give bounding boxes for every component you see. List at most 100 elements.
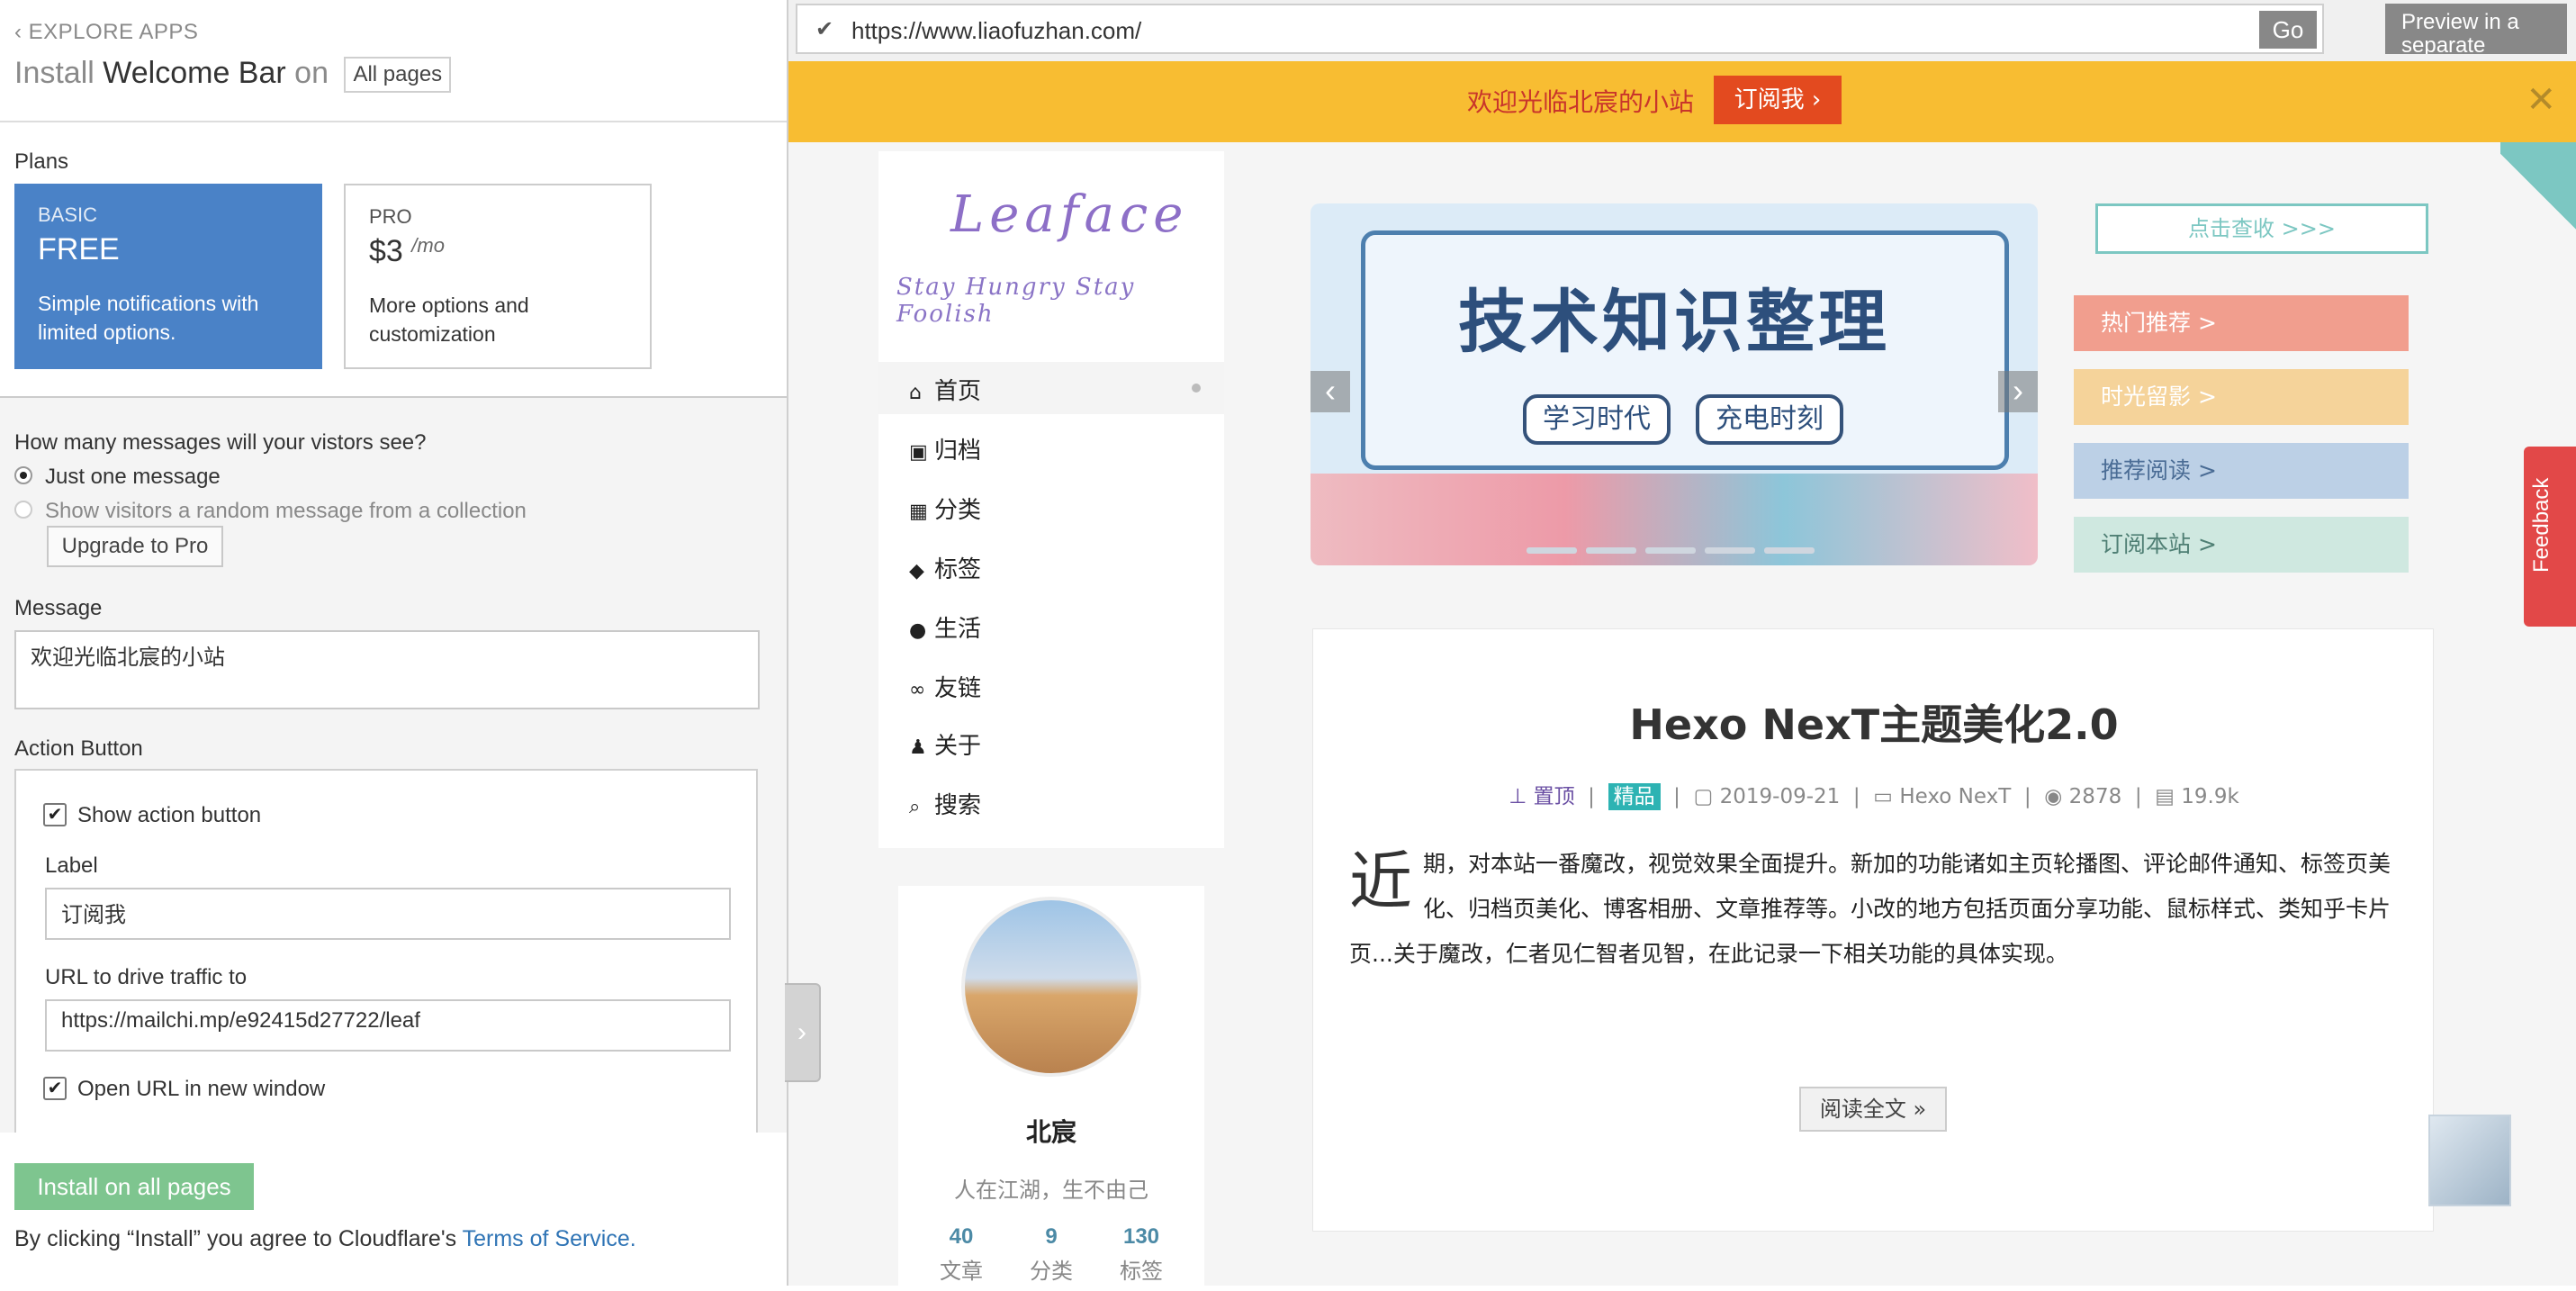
post-title[interactable]: Hexo NexT主题美化2.0: [1313, 692, 2435, 752]
read-more-button[interactable]: 阅读全文 »: [1799, 1087, 1947, 1132]
post-category[interactable]: Hexo NexT: [1899, 785, 2011, 808]
carousel-dots[interactable]: [1527, 542, 1833, 554]
calendar-icon: ▢: [1693, 785, 1714, 808]
more-link[interactable]: 点击查收 >>>: [2095, 203, 2428, 254]
avatar[interactable]: [961, 897, 1141, 1077]
plan-pro-card[interactable]: PRO $3 /mo More options and customizatio…: [344, 184, 652, 369]
welcome-bar: 欢迎光临北宸的小站 订阅我 › ✕: [788, 61, 2576, 142]
stat-categories[interactable]: 9 分类: [1006, 1224, 1096, 1285]
drop-cap: 近: [1349, 844, 1412, 918]
plan-price: FREE: [38, 232, 120, 266]
action-button-label: Action Button: [14, 736, 143, 761]
menu-label: 首页: [934, 378, 982, 405]
github-corner-icon[interactable]: [2500, 142, 2576, 241]
terms-link[interactable]: Terms of Service.: [463, 1226, 636, 1251]
menu-label: 标签: [934, 556, 982, 583]
card-hot[interactable]: 热门推荐 >: [2074, 295, 2409, 351]
divider: [0, 396, 787, 398]
card-subscribe[interactable]: 订阅本站 >: [2074, 517, 2409, 573]
stat-tags[interactable]: 130 标签: [1096, 1224, 1186, 1285]
folder-icon: ▭: [1873, 785, 1894, 808]
plan-price: $3 /mo: [369, 234, 626, 269]
home-icon: ⌂: [909, 382, 922, 404]
stat-posts[interactable]: 40 文章: [916, 1224, 1006, 1285]
carousel-prev-icon[interactable]: ‹: [1311, 371, 1350, 412]
label-field-label: Label: [45, 853, 98, 878]
featured-tag[interactable]: 精品: [1608, 783, 1661, 810]
pin-text: 置顶: [1533, 785, 1575, 808]
stat-label: 分类: [1030, 1259, 1073, 1284]
menu-item-life[interactable]: ● 生活: [909, 610, 981, 644]
card-recommend[interactable]: 推荐阅读 >: [2074, 443, 2409, 499]
menu-item-search[interactable]: ⌕ 搜索: [909, 787, 981, 820]
messages-question: How many messages will your vistors see?: [14, 430, 427, 455]
title-prefix: Install: [14, 56, 95, 90]
apple-icon: ●: [909, 619, 927, 642]
stat-number: 130: [1122, 1224, 1160, 1249]
grid-icon: ▦: [909, 501, 928, 523]
menu-item-tags[interactable]: ◆ 标签: [909, 551, 981, 584]
message-textarea[interactable]: 欢迎光临北宸的小站: [14, 630, 760, 709]
check-icon: ✔: [815, 17, 834, 41]
url-field-label: URL to drive traffic to: [45, 965, 248, 989]
plan-price-value: $3: [369, 234, 403, 268]
url-bar[interactable]: ✔ https://www.liaofuzhan.com/ Go: [796, 4, 2324, 54]
menu-item-categories[interactable]: ▦ 分类: [909, 492, 981, 525]
post-date: 2019-09-21: [1719, 785, 1841, 808]
link-icon: ∞: [909, 679, 926, 701]
menu-item-archive[interactable]: ▣ 归档: [909, 432, 981, 465]
go-button[interactable]: Go: [2259, 11, 2317, 49]
post-excerpt-text: 期，对本站一番魔改，视觉效果全面提升。新加的功能诸如主页轮播图、评论邮件通知、标…: [1349, 851, 2391, 967]
install-button[interactable]: Install on all pages: [14, 1163, 254, 1210]
site-logo[interactable]: Leaface Stay Hungry Stay Foolish: [878, 151, 1224, 331]
radio-random-message-label: Show visitors a random message from a co…: [45, 499, 527, 523]
terms-prefix: By clicking “Install” you agree to Cloud…: [14, 1226, 457, 1251]
pages-select[interactable]: All pages: [344, 57, 452, 94]
terms-text: By clicking “Install” you agree to Cloud…: [14, 1226, 636, 1252]
collapse-handle-icon[interactable]: ›: [785, 983, 821, 1082]
carousel-banner[interactable]: 技术知识整理 学习时代 充电时刻 ‹ ›: [1311, 203, 2038, 565]
profile-motto: 人在江湖，生不由己: [954, 1178, 1148, 1203]
eye-icon: ◉: [2044, 785, 2063, 808]
url-input[interactable]: https://mailchi.mp/e92415d27722/leaf: [45, 999, 731, 1052]
pin-label: ⊥ 置顶: [1509, 785, 1575, 808]
site-sidebar: Leaface Stay Hungry Stay Foolish ⌂ 首页 ▣ 归档…: [878, 142, 1224, 1291]
menu-label: 关于: [934, 733, 982, 760]
search-icon: ⌕: [909, 796, 921, 818]
cube-widget[interactable]: [2428, 1115, 2511, 1206]
open-new-window-checkbox[interactable]: ✔: [43, 1077, 67, 1100]
site-menu: ⌂ 首页 ▣ 归档 ▦ 分类 ◆ 标签 ● 生活 ∞ 友链 ♟ 关于 ⌕ 搜索: [878, 331, 1224, 848]
menu-label: 友链: [934, 675, 982, 702]
menu-item-links[interactable]: ∞ 友链: [909, 670, 981, 703]
menu-label: 搜索: [934, 792, 982, 819]
menu-label: 生活: [934, 616, 982, 643]
archive-icon: ▣: [909, 441, 928, 464]
subscribe-button[interactable]: 订阅我 ›: [1714, 76, 1842, 124]
message-label: Message: [14, 596, 103, 620]
menu-item-home[interactable]: ⌂ 首页: [909, 373, 981, 406]
radio-one-message[interactable]: [14, 466, 32, 484]
preview-separate-button[interactable]: Preview in a separate: [2385, 4, 2567, 54]
title-on: on: [294, 56, 329, 90]
menu-item-about[interactable]: ♟ 关于: [909, 727, 981, 761]
carousel-next-icon[interactable]: ›: [1998, 371, 2038, 412]
menu-label: 归档: [934, 438, 982, 465]
card-photos[interactable]: 时光留影 >: [2074, 369, 2409, 425]
explore-apps-link[interactable]: ‹ EXPLORE APPS: [14, 20, 198, 45]
plan-basic-card[interactable]: BASIC FREE Simple notifications with lim…: [14, 184, 322, 369]
banner-title: 技术知识整理: [1458, 282, 1890, 362]
show-action-checkbox[interactable]: ✔: [43, 803, 67, 826]
feedback-label: Feedback: [2529, 477, 2553, 573]
upgrade-to-pro-button[interactable]: Upgrade to Pro: [47, 526, 223, 567]
post-card: Hexo NexT主题美化2.0 ⊥ 置顶 | 精品 | ▢ 2019-09-2…: [1312, 628, 2434, 1232]
plan-price-period: /mo: [411, 234, 445, 257]
label-input[interactable]: 订阅我: [45, 888, 731, 940]
active-dot: [1192, 384, 1201, 393]
feedback-tab[interactable]: Feedback: [2524, 447, 2576, 627]
user-icon: ♟: [909, 736, 927, 759]
post-views: 2878: [2068, 785, 2122, 808]
close-icon[interactable]: ✕: [2526, 79, 2556, 121]
page-title: Install Welcome Bar on All pages: [14, 56, 452, 94]
radio-random-message[interactable]: [14, 501, 32, 519]
banner-pill: 学习时代: [1523, 394, 1671, 445]
